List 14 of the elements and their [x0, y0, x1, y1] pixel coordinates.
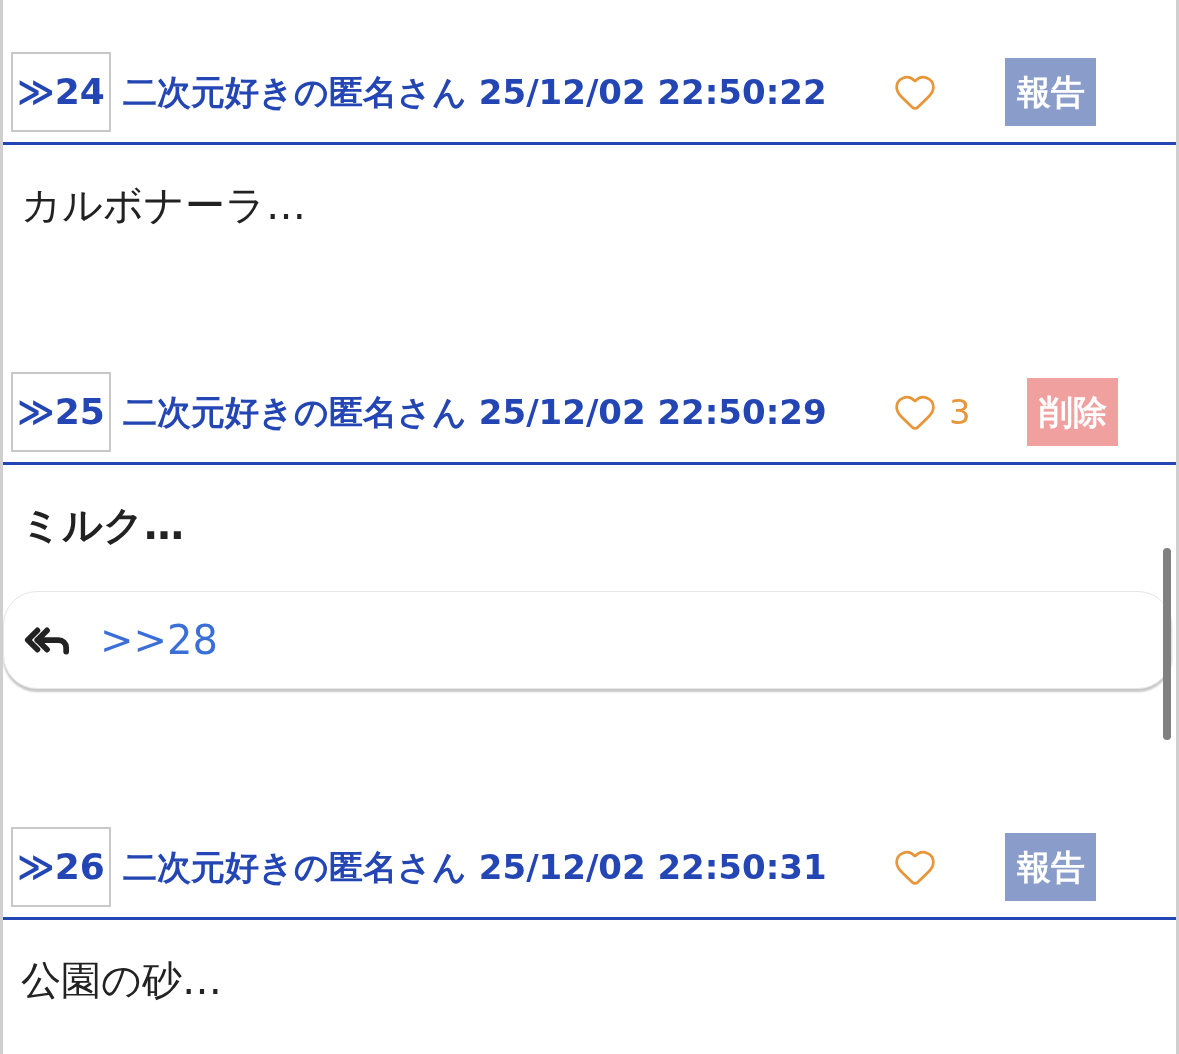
- post-body: 公園の砂…: [21, 956, 223, 1005]
- reply-link[interactable]: >>28: [100, 610, 218, 670]
- author-and-time: 二次元好きの匿名さん 25/12/02 22:50:31: [123, 845, 828, 889]
- author-and-time: 二次元好きの匿名さん 25/12/02 22:50:22: [123, 70, 828, 114]
- post-number[interactable]: ≫24: [11, 52, 111, 132]
- report-button[interactable]: 報告: [1005, 58, 1096, 126]
- scrollbar[interactable]: [1163, 548, 1171, 740]
- post-number[interactable]: ≫25: [11, 372, 111, 452]
- post-number[interactable]: ≫26: [11, 827, 111, 907]
- report-button[interactable]: 報告: [1005, 833, 1096, 901]
- like-count: 3: [949, 390, 971, 434]
- post-body: カルボナーラ…: [21, 181, 307, 230]
- author-and-time: 二次元好きの匿名さん 25/12/02 22:50:29: [123, 390, 828, 434]
- post-body: ミルク…: [21, 501, 185, 550]
